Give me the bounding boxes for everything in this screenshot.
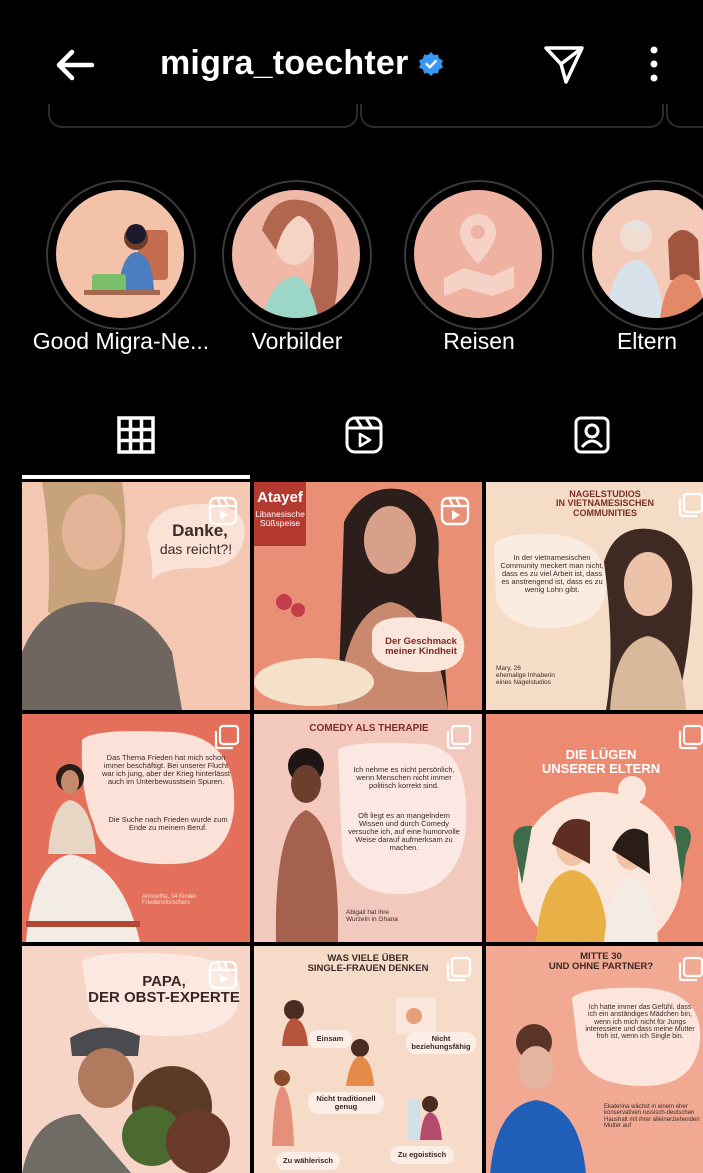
post-headline: PAPA, DER OBST-EXPERTE (88, 973, 240, 1006)
tagged-icon (574, 416, 610, 454)
map-pin-icon (444, 214, 514, 296)
post-bubble-text: Der Geschmack meiner Kindheit (385, 636, 457, 657)
highlight-cover (56, 190, 184, 318)
post-quote: In der vietnamesischen Community meckert… (500, 553, 604, 594)
post-caption: Annoufita, 34 Kinder Friedensforschers (142, 894, 197, 907)
instagram-profile-screen: migra_toechter Good Migra-Ne... Vorbilde… (22, 0, 703, 1173)
profile-tabs (22, 395, 703, 475)
post-subheadline: das reicht?! (159, 541, 233, 557)
paper-plane-icon[interactable] (542, 42, 586, 86)
post-thumbnail[interactable]: NAGELSTUDIOS IN VIETNAMESISCHEN COMMUNIT… (486, 482, 703, 710)
highlight-cover (232, 190, 360, 318)
highlight-label: Eltern (616, 328, 678, 354)
username: migra_toechter (160, 44, 409, 82)
post-thumbnail[interactable]: Danke, das reicht?! (22, 482, 250, 710)
post-quote: Oft liegt es an mangelndem Wissen und du… (348, 811, 460, 852)
post-headline: Danke, (172, 521, 228, 540)
carousel-icon (678, 724, 703, 750)
post-caption: Mary, 26 ehemalige Inhaberin eines Nagel… (496, 665, 555, 686)
post-thumbnail[interactable]: DIE LÜGEN UNSERER ELTERN (486, 714, 703, 942)
carousel-icon (214, 724, 240, 750)
highlight-label: Vorbilder (251, 328, 343, 354)
tab-tagged[interactable] (478, 395, 703, 475)
post-quote: Ich nehme es nicht persönlich, wenn Mens… (353, 765, 455, 790)
post-caption: Ekaterina wächst in einem eher konservat… (604, 1104, 700, 1129)
post-quote: Die Suche nach Frieden wurde zum Ende zu… (108, 815, 228, 832)
post-subheadline: Libanesische Süßspeise (255, 509, 305, 528)
post-thumbnail[interactable]: WAS VIELE ÜBER SINGLE-FRAUEN DENKEN Eins… (254, 946, 482, 1173)
more-vertical-icon[interactable] (646, 44, 662, 84)
post-headline: COMEDY ALS THERAPIE (309, 723, 429, 734)
active-tab-indicator (22, 475, 250, 479)
post-caption: Abigail hat ihre Wurzeln in Ghana (346, 909, 398, 923)
post-headline: WAS VIELE ÜBER SINGLE-FRAUEN DENKEN (307, 953, 429, 974)
stereotype-label: Nicht beziehungsfähig (406, 1032, 476, 1054)
post-thumbnail[interactable]: PAPA, DER OBST-EXPERTE (22, 946, 250, 1173)
highlight-label: Reisen (443, 328, 515, 354)
reels-icon (440, 496, 470, 526)
post-thumbnail[interactable]: Das Thema Frieden hat mich schon immer b… (22, 714, 250, 942)
arrow-left-icon[interactable] (52, 40, 102, 90)
post-headline: DIE LÜGEN UNSERER ELTERN (541, 747, 661, 776)
profile-title[interactable]: migra_toechter (160, 44, 444, 83)
stereotype-label: Zu egoistisch (390, 1146, 454, 1164)
top-bar: migra_toechter (22, 0, 703, 128)
action-button-edge (666, 104, 703, 128)
tab-reels[interactable] (250, 395, 478, 475)
posts-grid: Danke, das reicht?! Atayef Libanesische (22, 482, 703, 1173)
action-button-edge (360, 104, 664, 128)
stereotype-label: Nicht traditionell genug (308, 1092, 384, 1114)
tab-grid[interactable] (22, 395, 250, 475)
stereotype-label: Zu wählerisch (276, 1152, 340, 1170)
highlight-label: Good Migra-Ne... (32, 328, 210, 354)
post-thumbnail[interactable]: COMEDY ALS THERAPIE Ich nehme es nicht p… (254, 714, 482, 942)
grid-icon (117, 416, 155, 454)
highlight-cover (414, 190, 542, 318)
stereotype-label: Einsam (308, 1030, 352, 1048)
action-button-edge (48, 104, 358, 128)
post-thumbnail[interactable]: Atayef Libanesische Süßspeise Der Geschm… (254, 482, 482, 710)
post-headline: Atayef (257, 489, 303, 506)
verified-badge-icon (419, 51, 444, 76)
post-thumbnail[interactable]: MITTE 30 UND OHNE PARTNER? Ich hatte imm… (486, 946, 703, 1173)
post-quote: Das Thema Frieden hat mich schon immer b… (102, 753, 230, 786)
reels-icon (345, 416, 383, 454)
post-headline: MITTE 30 UND OHNE PARTNER? (548, 951, 654, 972)
post-quote: Ich hatte immer das Gefühl, dass ich ein… (585, 1004, 695, 1041)
post-headline: NAGELSTUDIOS IN VIETNAMESISCHEN COMMUNIT… (555, 489, 654, 518)
